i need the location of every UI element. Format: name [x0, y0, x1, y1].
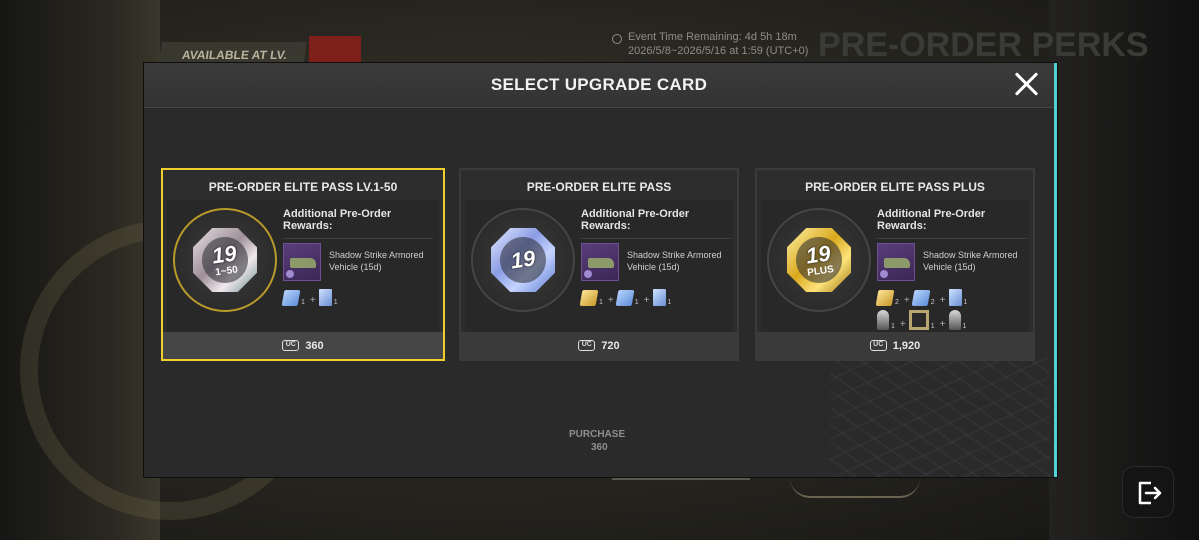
purchase-button[interactable]: PURCHASE 360 [569, 428, 639, 454]
badge-subtitle: 1~50 [214, 263, 239, 278]
card-title: PRE-ORDER ELITE PASS PLUS [805, 180, 985, 194]
background-divider [612, 478, 750, 480]
card-body: 19 PLUS Additional Pre-Order Rewards: Sh… [761, 200, 1029, 334]
upgrade-card-dialog: SELECT UPGRADE CARD PRE-ORDER ELITE PASS… [144, 63, 1057, 477]
card-body: 19 1~50 Additional Pre-Order Rewards: Sh… [167, 200, 439, 334]
item-qty: 1 [891, 323, 895, 330]
card-price: UC 720 [461, 332, 737, 359]
background-right [1049, 0, 1199, 540]
item-qty: 1 [930, 323, 935, 330]
item-qty: 1 [599, 299, 603, 306]
item-qty: 1 [301, 299, 305, 306]
map-decoration [830, 357, 1050, 477]
uc-icon: UC [869, 340, 887, 351]
badge-subtitle: PLUS [806, 263, 835, 279]
coupon-icon[interactable] [911, 290, 931, 306]
vehicle-name: Shadow Strike Armored Vehicle (15d) [329, 250, 424, 272]
background-ornament [790, 478, 920, 498]
close-icon[interactable] [1010, 69, 1042, 101]
card-body: 19 Additional Pre-Order Rewards: Shadow … [465, 200, 733, 334]
card-price: UC 360 [163, 332, 443, 359]
item-qty: 1 [963, 299, 968, 306]
vehicle-icon [283, 243, 321, 281]
vehicle-name: Shadow Strike Armored Vehicle (15d) [627, 250, 722, 272]
coupon-icon[interactable] [281, 290, 301, 306]
purchase-amount: 360 [591, 442, 608, 453]
perks-title: PRE-ORDER PERKS [818, 26, 1149, 64]
uc-icon: UC [578, 340, 596, 351]
reward-items: 1 + 1 [281, 289, 433, 306]
figure-icon[interactable] [877, 310, 889, 330]
item-qty: 1 [667, 299, 672, 306]
rewards-label: Additional Pre-Order Rewards: [283, 208, 433, 239]
clock-icon [612, 34, 622, 44]
reward-items: 2 + 2 + 1 1 + 1 + 1 [875, 289, 1027, 330]
item-qty: 1 [333, 299, 338, 306]
event-time-remaining: Event Time Remaining: 4d 5h 18m [628, 31, 797, 43]
card-price: UC 1,920 [757, 332, 1033, 359]
red-tag [309, 36, 361, 66]
dialog-title: SELECT UPGRADE CARD [490, 75, 708, 94]
exit-button[interactable] [1122, 466, 1174, 518]
event-dates: 2026/5/8~2026/5/16 at 1:59 (UTC+0) [628, 45, 809, 57]
rewards-section: Additional Pre-Order Rewards: Shadow Str… [875, 208, 1027, 330]
card-title: PRE-ORDER ELITE PASS [526, 180, 672, 194]
exit-icon [1138, 481, 1162, 505]
reward-items: 1 + 1 + 1 [579, 289, 731, 306]
price-value: 360 [305, 339, 324, 352]
event-timer: Event Time Remaining: 4d 5h 18m 2026/5/8… [612, 30, 812, 58]
pass-badge-icon: 19 [491, 228, 555, 292]
purchase-label: PURCHASE [569, 429, 626, 440]
uc-icon: UC [282, 340, 300, 351]
upgrade-card-elite-pass[interactable]: PRE-ORDER ELITE PASS 19 Additional Pre-O… [459, 168, 739, 361]
rewards-label: Additional Pre-Order Rewards: [581, 208, 731, 239]
coupon-icon[interactable] [615, 290, 635, 306]
rewards-label: Additional Pre-Order Rewards: [877, 208, 1027, 239]
rewards-section: Additional Pre-Order Rewards: Shadow Str… [281, 208, 433, 306]
vehicle-icon [581, 243, 619, 281]
gold-coupon-icon[interactable] [875, 290, 895, 306]
pass-badge-icon: 19 1~50 [193, 228, 257, 292]
gold-coupon-icon[interactable] [579, 290, 599, 306]
trophy-icon[interactable] [948, 310, 961, 330]
upgrade-card-elite-pass-lv1-50[interactable]: PRE-ORDER ELITE PASS LV.1-50 19 1~50 Add… [161, 168, 445, 361]
card-icon[interactable] [318, 289, 332, 306]
rewards-section: Additional Pre-Order Rewards: Shadow Str… [579, 208, 731, 306]
upgrade-card-elite-pass-plus[interactable]: PRE-ORDER ELITE PASS PLUS 19 PLUS Additi… [755, 168, 1035, 361]
vehicle-reward[interactable]: Shadow Strike Armored Vehicle (15d) [581, 243, 731, 283]
item-qty: 1 [634, 299, 639, 306]
item-qty: 2 [930, 299, 935, 306]
price-value: 720 [601, 339, 620, 352]
badge-number: 19 [509, 245, 537, 274]
vehicle-name: Shadow Strike Armored Vehicle (15d) [923, 250, 1018, 272]
item-qty: 1 [962, 323, 967, 330]
pass-badge: 19 [471, 208, 575, 312]
vehicle-icon [877, 243, 915, 281]
item-qty: 2 [895, 299, 899, 306]
card-title: PRE-ORDER ELITE PASS LV.1-50 [208, 180, 398, 194]
dialog-header: SELECT UPGRADE CARD [144, 63, 1054, 108]
pass-badge: 19 PLUS [767, 208, 871, 312]
vehicle-reward[interactable]: Shadow Strike Armored Vehicle (15d) [283, 243, 433, 283]
pass-badge-icon: 19 PLUS [787, 228, 851, 292]
card-icon[interactable] [948, 289, 962, 306]
card-icon[interactable] [652, 289, 666, 306]
pass-badge: 19 1~50 [173, 208, 277, 312]
frame-icon[interactable] [908, 310, 929, 330]
vehicle-reward[interactable]: Shadow Strike Armored Vehicle (15d) [877, 243, 1027, 283]
price-value: 1,920 [892, 339, 921, 352]
